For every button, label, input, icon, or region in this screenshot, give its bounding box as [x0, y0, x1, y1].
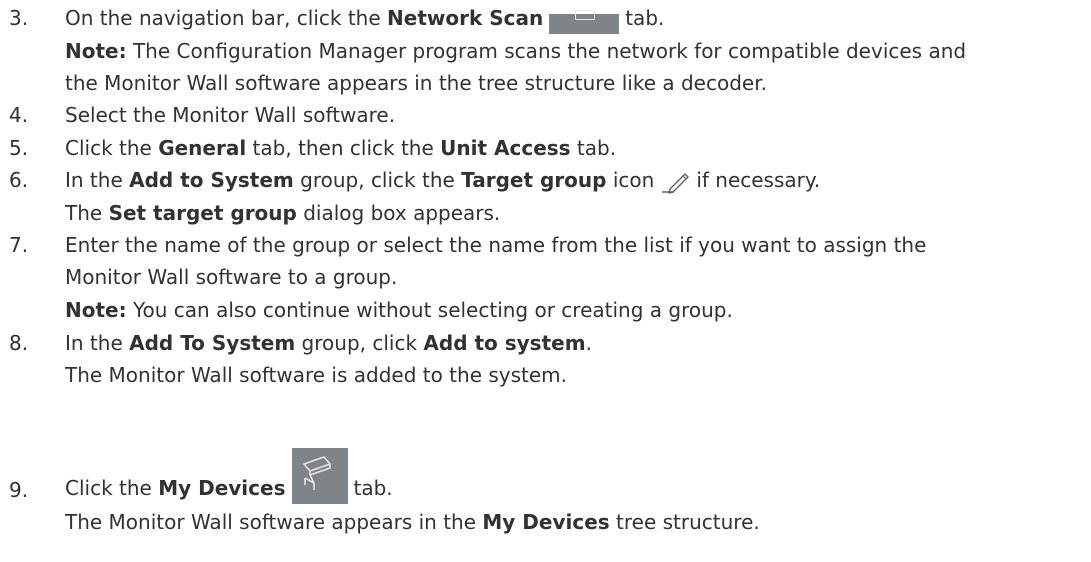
ui-term-my-devices: My Devices [482, 510, 610, 534]
step-line: Click the General tab, then click the Un… [65, 136, 617, 160]
step-number: 3. [9, 6, 29, 30]
step-line: Enter the name of the group or select th… [65, 233, 927, 257]
step-number: 4. [9, 103, 29, 127]
step-number: 5. [9, 136, 29, 160]
step-line: Click the My Devices tab. [65, 448, 393, 504]
pencil-icon [662, 172, 690, 194]
step-line: On the navigation bar, click the Network… [65, 4, 664, 34]
note-label: Note: [65, 39, 127, 63]
step-number: 6. [9, 168, 29, 192]
step-line: In the Add To System group, click Add to… [65, 331, 592, 355]
ui-term-network-scan: Network Scan [387, 6, 544, 30]
step-line: Select the Monitor Wall software. [65, 103, 396, 127]
note-label: Note: [65, 298, 127, 322]
ui-term-unit-access: Unit Access [440, 136, 571, 160]
ui-term-add-to-system-button: Add to system [423, 331, 586, 355]
step-number: 7. [9, 233, 29, 257]
step-line: The Monitor Wall software appears in the… [65, 510, 760, 534]
ui-term-add-to-system-group: Add To System [129, 331, 296, 355]
step-line: Monitor Wall software to a group. [65, 265, 398, 289]
step-line: The Set target group dialog box appears. [65, 201, 501, 225]
step-line: The Monitor Wall software is added to th… [65, 363, 568, 387]
ui-term-set-target-group: Set target group [108, 201, 297, 225]
ui-term-add-to-system: Add to System [129, 168, 294, 192]
step-line: In the Add to System group, click the Ta… [65, 166, 820, 195]
network-scan-icon [549, 10, 620, 34]
step-line: Note: You can also continue without sele… [65, 298, 733, 322]
ui-term-my-devices: My Devices [158, 476, 286, 500]
step-line: the Monitor Wall software appears in the… [65, 71, 767, 95]
ui-term-target-group: Target group [461, 168, 607, 192]
camera-icon [291, 448, 348, 504]
step-number: 8. [9, 331, 29, 355]
step-number: 9. [9, 478, 29, 502]
step-line: Note: The Configuration Manager program … [65, 39, 967, 63]
ui-term-general: General [158, 136, 247, 160]
